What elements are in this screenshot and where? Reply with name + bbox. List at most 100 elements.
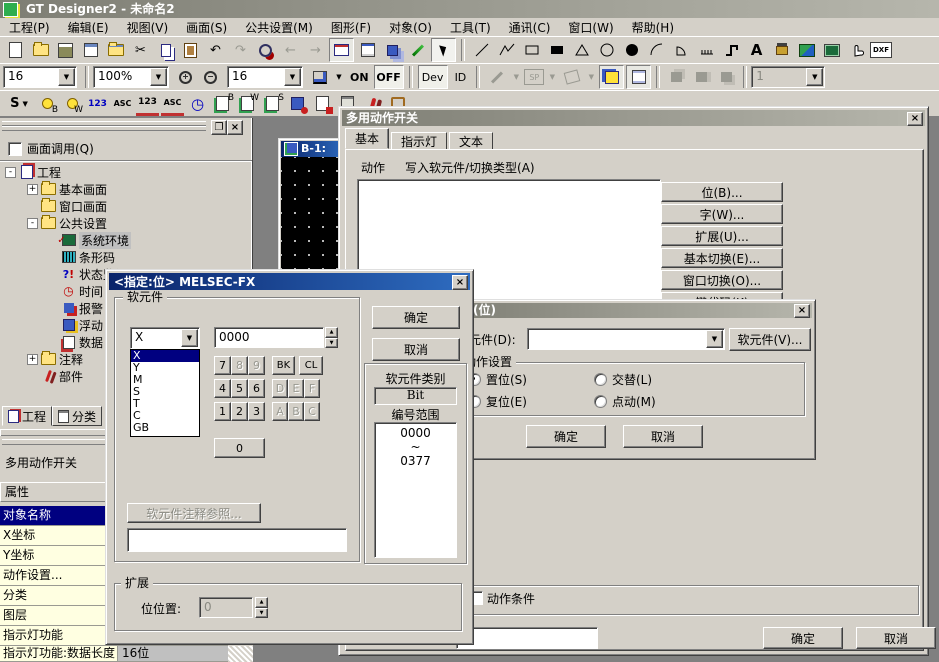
arc-tool-icon[interactable]	[645, 39, 668, 61]
fill-color-icon[interactable]	[560, 66, 583, 88]
screen-call-checkbox[interactable]	[8, 142, 22, 156]
numeric-display-icon[interactable]: 123	[86, 93, 109, 115]
device-comment-field[interactable]	[127, 528, 347, 552]
comment-bit-icon[interactable]: B	[211, 93, 234, 115]
property-row-category[interactable]: 分类	[0, 586, 118, 606]
multi-ok-button[interactable]: 确定	[763, 627, 843, 649]
align-right-icon[interactable]	[715, 66, 738, 88]
window-switch-button[interactable]: 窗口切换(O)...	[661, 270, 783, 290]
key-cl[interactable]: CL	[299, 356, 323, 375]
zoom-combo[interactable]: 100%▼	[93, 66, 169, 88]
device-cancel-button[interactable]: 取消	[372, 338, 460, 361]
polygon-tool-icon[interactable]	[570, 39, 593, 61]
menu-item-tools[interactable]: 工具(T)	[441, 19, 500, 36]
back-icon[interactable]: ←	[279, 39, 302, 61]
property-row-lamp[interactable]: 指示灯功能	[0, 626, 118, 646]
list-item[interactable]: GB	[131, 422, 199, 434]
key-8[interactable]: 8	[231, 356, 248, 375]
select-cursor-icon[interactable]	[431, 38, 456, 62]
device-number-field[interactable]: 0000	[214, 327, 324, 348]
key-2[interactable]: 2	[231, 402, 248, 421]
scale-tool-icon[interactable]	[695, 39, 718, 61]
menu-item-view[interactable]: 视图(V)	[118, 19, 178, 36]
property-row-object-name[interactable]: 对象名称	[0, 506, 118, 526]
key-4[interactable]: 4	[214, 379, 231, 398]
screen-switch-icon[interactable]	[329, 38, 354, 62]
ascii-display-icon[interactable]: ASC	[111, 93, 134, 115]
tree-item-data[interactable]: 数据	[0, 334, 103, 350]
grid-on-label[interactable]: ON	[350, 71, 369, 84]
radio-set[interactable]: 置位(S)	[468, 371, 527, 388]
lamp-bit-icon[interactable]: B	[36, 93, 59, 115]
key-6[interactable]: 6	[248, 379, 265, 398]
property-row-y[interactable]: Y坐标	[0, 546, 118, 566]
bit-position-field[interactable]: 0	[199, 597, 253, 618]
property-row-x[interactable]: X坐标	[0, 526, 118, 546]
radio-reset[interactable]: 复位(E)	[468, 393, 527, 410]
app-titlebar[interactable]: GT Designer2 - 未命名2	[0, 0, 939, 18]
key-5[interactable]: 5	[231, 379, 248, 398]
menu-item-help[interactable]: 帮助(H)	[623, 19, 683, 36]
bit-button[interactable]: 位(B)...	[661, 182, 783, 202]
clock-display-icon[interactable]: ◷	[186, 93, 209, 115]
line-style-dropdown-icon[interactable]: ▼	[546, 66, 558, 88]
alarm-history-icon[interactable]	[286, 93, 309, 115]
key-f[interactable]: F	[304, 379, 320, 398]
device-dialog-titlebar[interactable]: <指定:位> MELSEC-FX ×	[109, 273, 470, 290]
image-tool-icon[interactable]	[795, 39, 818, 61]
word-button[interactable]: 字(W)...	[661, 204, 783, 224]
menu-item-edit[interactable]: 编辑(E)	[59, 19, 118, 36]
tree-item-float-alarm[interactable]: 浮动	[0, 317, 103, 333]
save-icon[interactable]	[54, 39, 77, 61]
comment-word-icon[interactable]: W	[236, 93, 259, 115]
chevron-down-icon[interactable]: ▼	[284, 68, 301, 86]
menu-item-figure[interactable]: 图形(F)	[322, 19, 380, 36]
property-row-action[interactable]: 动作设置...	[0, 566, 118, 586]
menu-item-window[interactable]: 窗口(W)	[559, 19, 622, 36]
object-frame-toggle-icon[interactable]	[599, 65, 624, 89]
tree-item-base-screens[interactable]: +基本画面	[0, 181, 107, 197]
grid-size-combo[interactable]: 16▼	[227, 66, 303, 88]
new-icon[interactable]	[4, 39, 27, 61]
menu-item-screen[interactable]: 画面(S)	[177, 19, 236, 36]
menu-item-project[interactable]: 工程(P)	[0, 19, 59, 36]
tab-category[interactable]: 分类	[52, 406, 102, 426]
tree-item-parts[interactable]: 部件	[0, 368, 83, 384]
key-c[interactable]: C	[304, 402, 320, 421]
multi-cancel-button[interactable]: 取消	[856, 627, 936, 649]
list-item[interactable]: S	[131, 386, 199, 398]
device-display-toggle[interactable]: Dev	[418, 65, 448, 89]
tree-item-barcode[interactable]: 条形码	[0, 249, 115, 265]
filled-rect-tool-icon[interactable]	[545, 39, 568, 61]
polyline-tool-icon[interactable]	[495, 39, 518, 61]
chevron-down-icon[interactable]: ▼	[150, 68, 167, 86]
chevron-down-icon[interactable]: ▼	[706, 330, 723, 348]
tree-item-system-env[interactable]: ✓系统环境	[0, 232, 131, 248]
condition-field[interactable]	[456, 627, 598, 649]
radio-alternate[interactable]: 交替(L)	[594, 371, 652, 388]
device-type-combo[interactable]: X ▼	[130, 327, 200, 349]
pipe-tool-icon[interactable]	[720, 39, 743, 61]
close-icon[interactable]: ×	[794, 304, 810, 318]
tree-item-alarm[interactable]: 报警	[0, 300, 103, 316]
align-center-icon[interactable]	[690, 66, 713, 88]
property-row-data-length[interactable]: 指示灯功能:数据长度	[0, 646, 118, 662]
bit-position-spinner[interactable]: ▲▼	[255, 597, 268, 618]
align-left-icon[interactable]	[665, 66, 688, 88]
switch-object-icon[interactable]: S▼	[4, 93, 34, 115]
key-e[interactable]: E	[288, 379, 304, 398]
sector-tool-icon[interactable]	[670, 39, 693, 61]
grid-color-icon[interactable]	[308, 66, 331, 88]
dxf-tool-icon[interactable]: DXF	[870, 42, 892, 58]
line-tool-icon[interactable]	[470, 39, 493, 61]
fill-color-dropdown-icon[interactable]: ▼	[585, 66, 597, 88]
panel-tool-icon[interactable]	[820, 39, 843, 61]
grid-color-dropdown-icon[interactable]: ▼	[333, 66, 345, 88]
forward-icon[interactable]: →	[304, 39, 327, 61]
paste-icon[interactable]	[179, 39, 202, 61]
cut-icon[interactable]: ✂	[129, 39, 152, 61]
key-a[interactable]: A	[272, 402, 288, 421]
chevron-down-icon[interactable]: ▼	[58, 68, 75, 86]
dock-grip[interactable]	[2, 126, 206, 131]
screen-manager-icon[interactable]	[104, 39, 127, 61]
